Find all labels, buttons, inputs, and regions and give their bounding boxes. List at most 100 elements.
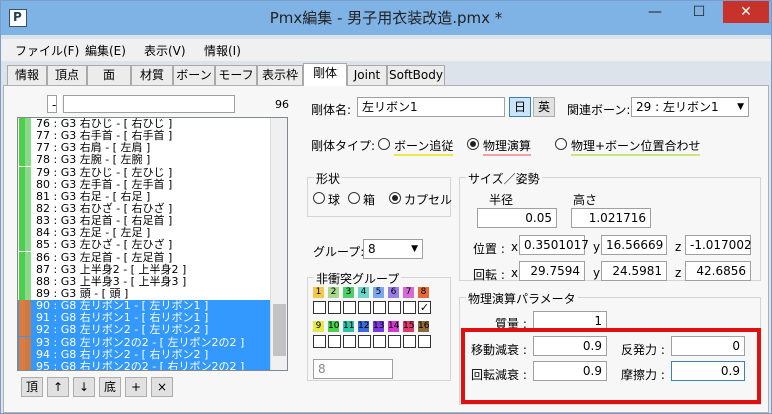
- lang-en-button[interactable]: 英: [533, 97, 555, 117]
- list-item-label: 80 : G3 左手首 - [ 左手首 ]: [36, 177, 173, 191]
- tab-morph[interactable]: モーフ: [215, 65, 257, 85]
- rot-y-label: y: [593, 266, 601, 280]
- tab-bar: 情報 頂点 面 材質 ボーン モーフ 表示枠 剛体 Joint SoftBody: [1, 63, 771, 86]
- shape-radio-capsule[interactable]: [389, 192, 401, 204]
- type-radio-physics-bone[interactable]: [555, 138, 567, 150]
- move-up-button[interactable]: ↑: [47, 377, 69, 397]
- nocollide-checkbox[interactable]: [373, 301, 386, 314]
- shape-radio-box[interactable]: [348, 192, 360, 204]
- chevron-down-icon: ▼: [737, 102, 744, 112]
- nocollide-checkbox[interactable]: [403, 301, 416, 314]
- menu-file[interactable]: ファイル(F): [15, 42, 79, 59]
- pos-x-input[interactable]: 0.3501017: [519, 235, 589, 255]
- type-radio-physics[interactable]: [467, 138, 479, 150]
- rot-y-input[interactable]: 24.5981: [601, 261, 667, 281]
- group-color-chip: 12: [358, 321, 370, 332]
- type-color-mark: [25, 360, 31, 370]
- add-button[interactable]: +: [125, 377, 147, 397]
- move-bottom-button[interactable]: 底: [99, 377, 121, 397]
- type-color-mark: [25, 118, 31, 130]
- pos-z-input[interactable]: -1.017002: [685, 235, 752, 255]
- shape-box-label: 箱: [363, 193, 376, 207]
- list-item-label: 89 : G3 頭 - [ 頭 ]: [36, 286, 129, 300]
- shape-radio-sphere[interactable]: [313, 192, 325, 204]
- nocollide-title: 非衝突グループ: [314, 270, 402, 287]
- tab-display-frame[interactable]: 表示枠: [257, 65, 303, 85]
- shape-capsule-label: カプセル: [404, 193, 453, 207]
- nocollide-input[interactable]: 8: [313, 359, 393, 379]
- list-item[interactable]: 95 : G8 右リボン2の2 - [ 右リボン2の2 ]: [18, 359, 287, 371]
- list-scrollbar[interactable]: [270, 118, 287, 370]
- list-item-label: 95 : G8 右リボン2の2 - [ 右リボン2の2 ]: [36, 359, 245, 371]
- group-color-chip: 1: [313, 287, 324, 298]
- delete-button[interactable]: ×: [151, 377, 173, 397]
- tab-info[interactable]: 情報: [7, 65, 47, 85]
- rigidbody-list[interactable]: 76 : G3 右ひじ - [ 右ひじ ] 77 : G3 右手首 - [ 右手首…: [17, 117, 288, 371]
- nocollide-checkbox[interactable]: [328, 335, 341, 348]
- list-item-label: 88 : G3 上半身3 - [ 上半身3 ]: [36, 274, 187, 288]
- filter-input[interactable]: -: [47, 95, 57, 113]
- nocollide-checkbox[interactable]: [388, 335, 401, 348]
- tab-rigidbody[interactable]: 剛体: [303, 63, 347, 86]
- type-radio-follow[interactable]: [378, 138, 390, 150]
- type-color-mark: [25, 130, 31, 143]
- rot-x-input[interactable]: 29.7594: [519, 261, 585, 281]
- maximize-button[interactable]: ☐: [677, 1, 721, 23]
- rot-label: 回転 :: [473, 268, 505, 282]
- move-top-button[interactable]: 頂: [21, 377, 43, 397]
- move-down-button[interactable]: ↓: [73, 377, 95, 397]
- shape-title: 形状: [314, 170, 343, 187]
- title-bar: P Pmx編集 - 男子用衣装改造.pmx * — ☐ ✕: [1, 1, 771, 35]
- search-input[interactable]: [63, 95, 235, 113]
- nocollide-checkbox[interactable]: [418, 335, 431, 348]
- list-item-label: 92 : G8 左リボン2 - [ 左リボン2 ]: [36, 323, 209, 337]
- rot-z-input[interactable]: 42.6856: [685, 261, 751, 281]
- nocollide-checkbox[interactable]: [343, 335, 356, 348]
- group-value: 8: [368, 242, 376, 256]
- pos-y-input[interactable]: 16.56669: [601, 235, 667, 255]
- nocollide-checkbox[interactable]: [343, 301, 356, 314]
- height-label: 高さ: [573, 193, 598, 207]
- lang-jp-button[interactable]: 日: [509, 97, 531, 117]
- group-label: グループ:: [313, 245, 365, 259]
- scrollbar-thumb[interactable]: [273, 304, 286, 356]
- group-select[interactable]: 8 ▼: [363, 239, 423, 259]
- nocollide-checkbox[interactable]: [358, 335, 371, 348]
- nocollide-checkbox[interactable]: ✓: [418, 301, 431, 314]
- menu-info[interactable]: 情報(I): [204, 42, 241, 59]
- type-color-mark: [25, 166, 31, 179]
- tab-bone[interactable]: ボーン: [173, 65, 215, 85]
- chevron-down-icon: ▼: [411, 244, 418, 254]
- rot-z-label: z: [675, 266, 682, 280]
- tab-vertex[interactable]: 頂点: [47, 65, 87, 85]
- highlight-box: [461, 328, 761, 404]
- tab-material[interactable]: 材質: [131, 65, 173, 85]
- nocollide-checkbox[interactable]: [358, 301, 371, 314]
- nocollide-checkbox[interactable]: [313, 301, 326, 314]
- app-window: P Pmx編集 - 男子用衣装改造.pmx * — ☐ ✕ ファイル(F) 編集…: [0, 0, 772, 414]
- pos-z-label: z: [675, 240, 682, 254]
- nocollide-checkbox[interactable]: [373, 335, 386, 348]
- menu-edit[interactable]: 編集(E): [85, 42, 126, 59]
- nocollide-checkbox[interactable]: [313, 335, 326, 348]
- nocollide-checkbox[interactable]: [328, 301, 341, 314]
- nocollide-checkbox[interactable]: [403, 335, 416, 348]
- tab-softbody[interactable]: SoftBody: [387, 65, 445, 85]
- type-color-mark: [25, 275, 31, 288]
- type-color-mark: [25, 239, 31, 252]
- group-color-chip: 2: [328, 287, 339, 298]
- bone-select[interactable]: 29 : 左リボン1 ▼: [631, 97, 749, 117]
- tab-face[interactable]: 面: [87, 65, 131, 85]
- menu-view[interactable]: 表示(V): [144, 42, 186, 59]
- name-input[interactable]: 左リボン1: [357, 97, 505, 117]
- group-color-chip: 11: [343, 321, 355, 332]
- radius-input[interactable]: 0.05: [477, 208, 557, 228]
- type-color-mark: [25, 312, 31, 325]
- minimize-button[interactable]: —: [633, 1, 677, 23]
- type-color-mark: [25, 336, 31, 349]
- height-input[interactable]: 1.021716: [571, 208, 651, 228]
- list-item-label: 79 : G3 左ひじ - [ 左ひじ ]: [36, 165, 173, 179]
- nocollide-checkbox[interactable]: [388, 301, 401, 314]
- close-button[interactable]: ✕: [723, 1, 769, 23]
- tab-joint[interactable]: Joint: [347, 65, 387, 85]
